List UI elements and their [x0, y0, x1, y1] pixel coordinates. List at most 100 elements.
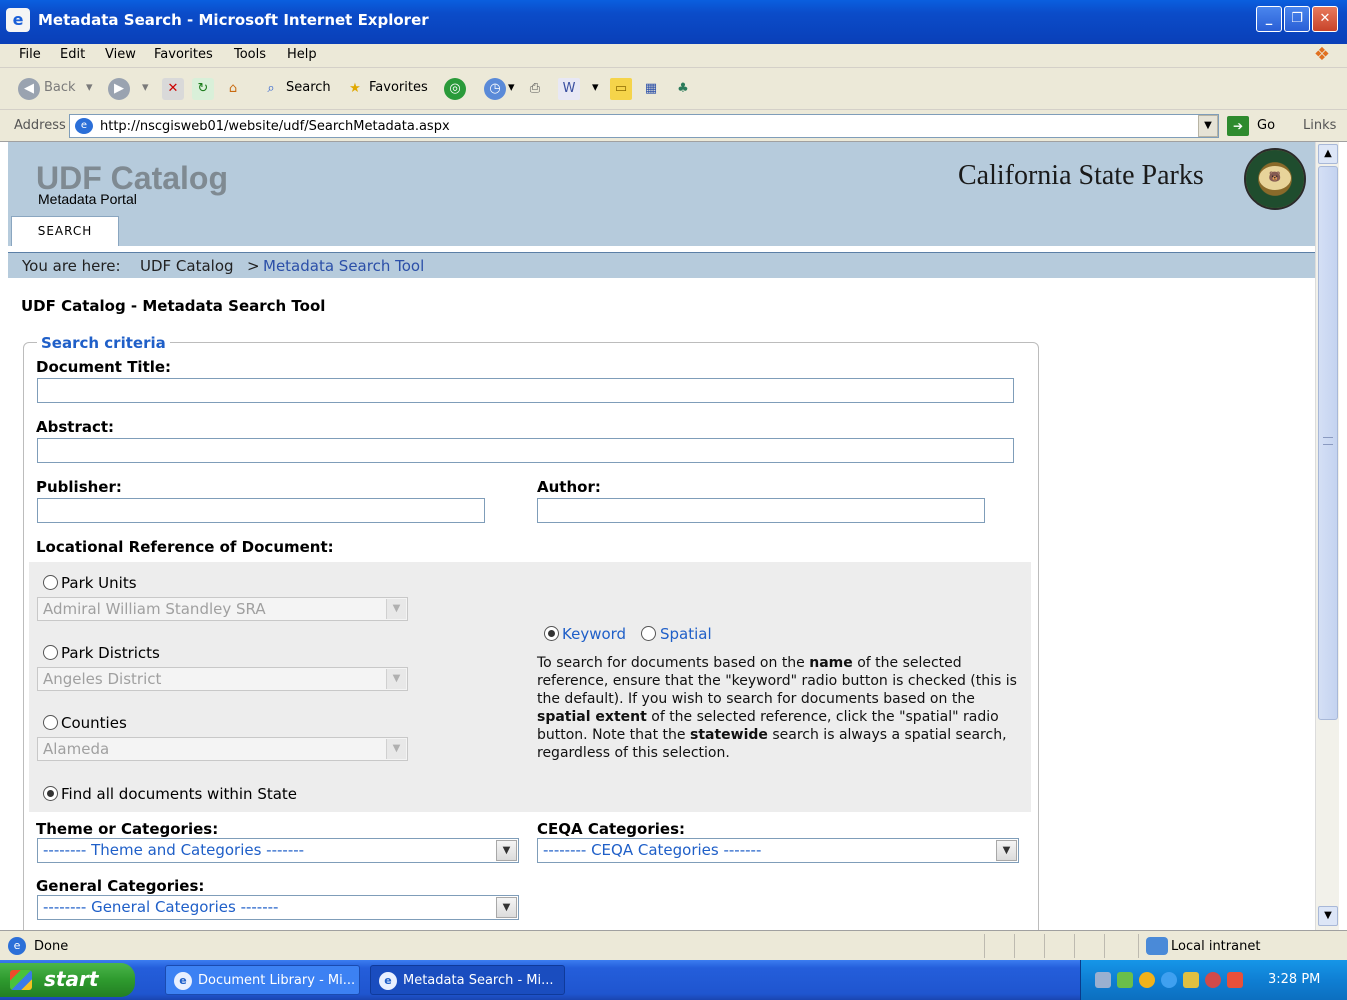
system-tray: 3:28 PM — [1080, 960, 1347, 1000]
update-icon[interactable] — [1161, 972, 1177, 988]
status-divider — [1104, 934, 1105, 958]
park-units-selected: Admiral William Standley SRA — [43, 600, 266, 618]
ie-icon: e — [174, 972, 192, 990]
menu-view[interactable]: View — [105, 47, 136, 62]
favorites-star-icon[interactable]: ★ — [344, 78, 366, 100]
home-icon[interactable]: ⌂ — [222, 78, 244, 100]
park-districts-radio[interactable] — [43, 645, 58, 660]
counties-label: Counties — [61, 714, 127, 732]
ie-status-icon: e — [8, 937, 26, 955]
document-title-label: Document Title: — [36, 358, 172, 376]
messenger-icon[interactable]: ♣ — [672, 78, 694, 100]
document-title-input[interactable] — [37, 378, 1014, 403]
scroll-up-icon[interactable]: ▲ — [1318, 144, 1338, 164]
author-input[interactable] — [537, 498, 985, 523]
security-icon[interactable] — [1139, 972, 1155, 988]
window-title-bar[interactable]: e Metadata Search - Microsoft Internet E… — [0, 0, 1347, 44]
page-icon: e — [75, 118, 93, 134]
discuss-icon[interactable]: ▭ — [610, 78, 632, 100]
park-units-select[interactable]: Admiral William Standley SRA ▼ — [37, 597, 408, 621]
network-icon[interactable] — [1095, 972, 1111, 988]
publisher-input[interactable] — [37, 498, 485, 523]
spatial-radio[interactable] — [641, 626, 656, 641]
site-logo-subtitle: Metadata Portal — [38, 191, 137, 207]
statewide-radio[interactable] — [43, 786, 58, 801]
page-title: UDF Catalog - Metadata Search Tool — [21, 297, 326, 315]
close-button[interactable]: ✕ — [1312, 6, 1338, 32]
edit-dropdown-icon[interactable]: ▾ — [592, 80, 599, 95]
bear-icon: 🐻 — [1259, 166, 1291, 190]
ie-icon: e — [6, 8, 30, 32]
menu-favorites[interactable]: Favorites — [154, 47, 213, 62]
scroll-down-icon[interactable]: ▼ — [1318, 906, 1338, 926]
back-dropdown-icon[interactable]: ▾ — [86, 80, 93, 95]
general-selected: -------- General Categories ------- — [43, 898, 279, 916]
state-parks-seal-icon: 🐻 — [1244, 148, 1306, 210]
status-divider — [1138, 934, 1139, 958]
address-input[interactable]: e http://nscgisweb01/website/udf/SearchM… — [69, 114, 1219, 138]
menu-edit[interactable]: Edit — [60, 47, 85, 62]
search-icon[interactable]: ⌕ — [260, 78, 282, 100]
history-dropdown-icon[interactable]: ▾ — [508, 80, 515, 95]
counties-radio[interactable] — [43, 715, 58, 730]
links-button[interactable]: Links — [1303, 118, 1336, 133]
keyword-radio[interactable] — [544, 626, 559, 641]
page-content: UDF Catalog Metadata Portal California S… — [8, 142, 1315, 930]
breadcrumb-separator: > — [247, 257, 260, 275]
forward-dropdown-icon[interactable]: ▾ — [142, 80, 149, 95]
address-url[interactable]: http://nscgisweb01/website/udf/SearchMet… — [100, 119, 450, 134]
park-districts-selected: Angeles District — [43, 670, 162, 688]
favorites-button-label[interactable]: Favorites — [369, 80, 428, 95]
scroll-thumb[interactable] — [1318, 166, 1338, 720]
media-icon[interactable]: ◎ — [444, 78, 466, 100]
status-text: Done — [34, 939, 69, 954]
status-divider — [1074, 934, 1075, 958]
tab-search[interactable]: SEARCH — [11, 216, 119, 246]
chevron-down-icon: ▼ — [386, 669, 406, 689]
refresh-icon[interactable]: ↻ — [192, 78, 214, 100]
window-title: Metadata Search - Microsoft Internet Exp… — [38, 11, 429, 29]
display-icon[interactable] — [1227, 972, 1243, 988]
theme-select[interactable]: -------- Theme and Categories ------- ▼ — [37, 838, 519, 863]
start-button[interactable]: start — [0, 963, 135, 997]
ceqa-selected: -------- CEQA Categories ------- — [543, 841, 762, 859]
menu-help[interactable]: Help — [287, 47, 317, 62]
status-divider — [1044, 934, 1045, 958]
breadcrumb: You are here: UDF Catalog > Metadata Sea… — [8, 252, 1315, 278]
word-edit-icon[interactable]: W — [558, 78, 580, 100]
counties-select[interactable]: Alameda ▼ — [37, 737, 408, 761]
stop-icon[interactable]: ✕ — [162, 78, 184, 100]
restore-button[interactable]: ❐ — [1284, 6, 1310, 32]
menu-file[interactable]: File — [19, 47, 41, 62]
task-document-library[interactable]: e Document Library - Mi... — [165, 965, 360, 995]
abstract-input[interactable] — [37, 438, 1014, 463]
fieldset-legend: Search criteria — [37, 334, 170, 352]
publisher-label: Publisher: — [36, 478, 122, 496]
chevron-down-icon: ▼ — [386, 599, 406, 619]
forward-arrow-icon[interactable]: ▶ — [108, 78, 130, 100]
park-units-radio[interactable] — [43, 575, 58, 590]
sync-icon[interactable] — [1117, 972, 1133, 988]
search-button-label[interactable]: Search — [286, 80, 331, 95]
general-select[interactable]: -------- General Categories ------- ▼ — [37, 895, 519, 920]
task-metadata-search[interactable]: e Metadata Search - Mi... — [370, 965, 565, 995]
author-label: Author: — [537, 478, 601, 496]
tool-icon[interactable] — [1183, 972, 1199, 988]
breadcrumb-current-link[interactable]: Metadata Search Tool — [263, 257, 424, 275]
go-button[interactable]: ➔ Go — [1227, 114, 1289, 138]
menu-tools[interactable]: Tools — [234, 47, 266, 62]
back-arrow-icon[interactable]: ◀ — [18, 78, 40, 100]
vertical-scrollbar[interactable]: ▲ ▼ — [1315, 142, 1339, 930]
breadcrumb-home[interactable]: UDF Catalog — [140, 257, 234, 275]
research-icon[interactable]: ▦ — [640, 78, 662, 100]
antivirus-icon[interactable] — [1205, 972, 1221, 988]
history-icon[interactable]: ◷ — [484, 78, 506, 100]
minimize-button[interactable]: _ — [1256, 6, 1282, 32]
ceqa-select[interactable]: -------- CEQA Categories ------- ▼ — [537, 838, 1019, 863]
address-dropdown-icon[interactable]: ▼ — [1198, 115, 1218, 137]
park-districts-select[interactable]: Angeles District ▼ — [37, 667, 408, 691]
print-icon[interactable]: ⎙ — [524, 78, 546, 100]
general-label: General Categories: — [36, 877, 205, 895]
task-label: Metadata Search - Mi... — [403, 973, 554, 988]
back-button-label[interactable]: Back — [44, 80, 76, 95]
